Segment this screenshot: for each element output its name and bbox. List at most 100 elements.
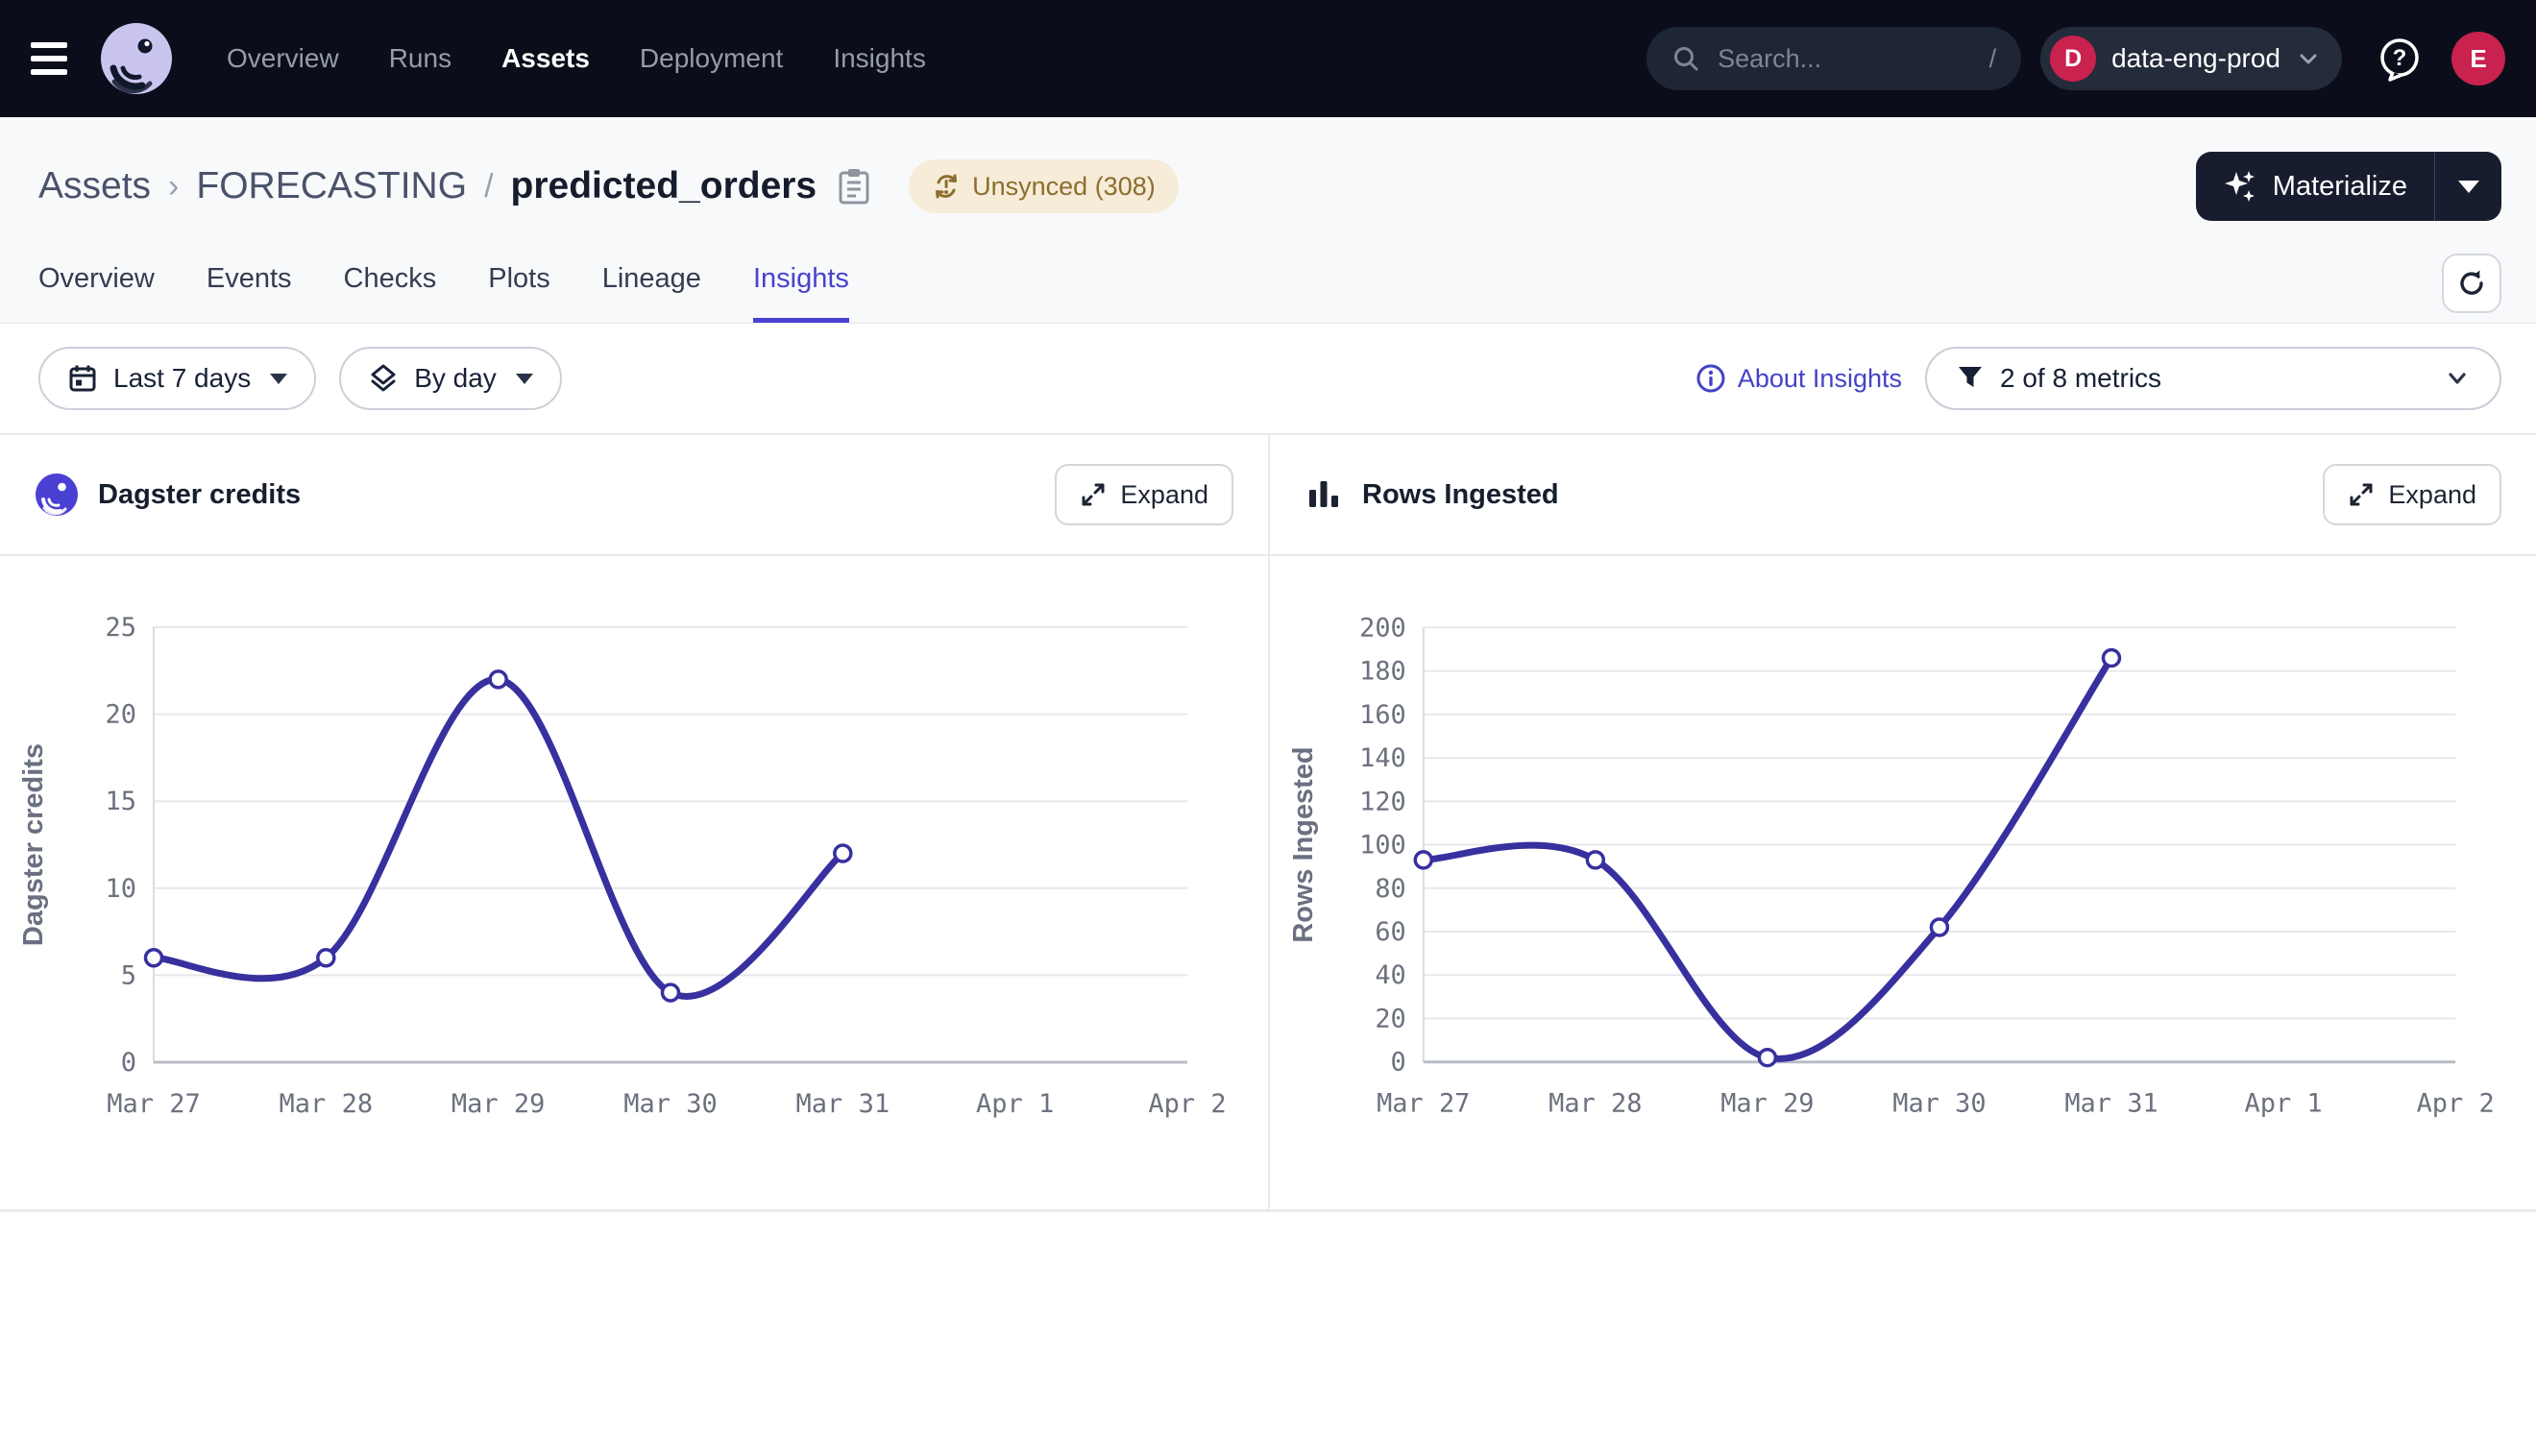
svg-text:20: 20 <box>1375 1004 1405 1033</box>
primary-nav: Overview Runs Assets Deployment Insights <box>227 43 926 74</box>
filter-funnel-icon <box>1956 364 1985 393</box>
svg-text:Mar 27: Mar 27 <box>107 1089 201 1119</box>
svg-text:15: 15 <box>105 787 136 816</box>
svg-text:25: 25 <box>105 613 136 643</box>
menu-icon[interactable] <box>31 42 75 75</box>
caret-down-icon <box>270 374 287 384</box>
unsynced-status-badge[interactable]: Unsynced (308) <box>909 159 1179 213</box>
svg-text:20: 20 <box>105 700 136 730</box>
svg-text:Mar 27: Mar 27 <box>1377 1089 1470 1119</box>
tab-plots[interactable]: Plots <box>488 263 549 323</box>
svg-text:Dagster credits: Dagster credits <box>18 743 49 946</box>
breadcrumb-slash: / <box>484 168 493 206</box>
nav-item-insights[interactable]: Insights <box>833 43 926 74</box>
dagster-metric-icon <box>35 473 79 517</box>
expand-button[interactable]: Expand <box>1055 464 1233 525</box>
search-icon <box>1671 44 1700 73</box>
insights-chart-grid: Dagster credits Expand 0510152025Mar 27M… <box>0 433 2536 1212</box>
materialize-button[interactable]: Materialize <box>2196 152 2434 221</box>
svg-text:5: 5 <box>121 960 136 990</box>
rows-ingested-card: Rows Ingested Expand 0204060801001201401… <box>1268 435 2536 1209</box>
nav-item-runs[interactable]: Runs <box>389 43 451 74</box>
granularity-filter-button[interactable]: By day <box>339 347 562 410</box>
expand-button-label: Expand <box>2388 480 2476 510</box>
svg-text:Mar 31: Mar 31 <box>796 1089 890 1119</box>
expand-icon <box>1080 481 1107 508</box>
svg-text:80: 80 <box>1375 874 1405 904</box>
refresh-button[interactable] <box>2442 254 2501 313</box>
dagster-credits-line-chart: 0510152025Mar 27Mar 28Mar 29Mar 30Mar 31… <box>0 556 1268 1209</box>
svg-text:Rows Ingested: Rows Ingested <box>1288 746 1319 942</box>
svg-text:?: ? <box>2393 45 2407 71</box>
svg-text:Apr 2: Apr 2 <box>2417 1089 2495 1119</box>
tab-events[interactable]: Events <box>207 263 292 323</box>
svg-text:Apr 1: Apr 1 <box>976 1089 1054 1119</box>
caret-down-icon <box>2458 181 2479 193</box>
breadcrumb-assets-link[interactable]: Assets <box>38 165 151 207</box>
svg-text:Mar 29: Mar 29 <box>1720 1089 1814 1119</box>
tab-insights[interactable]: Insights <box>753 263 849 323</box>
svg-text:0: 0 <box>1391 1048 1406 1078</box>
tab-overview[interactable]: Overview <box>38 263 155 323</box>
caret-down-icon <box>516 374 533 384</box>
help-icon[interactable]: ? <box>2377 36 2423 82</box>
metrics-filter-select[interactable]: 2 of 8 metrics <box>1925 347 2501 410</box>
svg-text:Mar 28: Mar 28 <box>280 1089 374 1119</box>
svg-text:120: 120 <box>1359 787 1406 816</box>
breadcrumb-separator: › <box>168 168 179 206</box>
deployment-name: data-eng-prod <box>2111 43 2280 74</box>
search-placeholder: Search... <box>1718 44 1971 74</box>
metrics-filter-label: 2 of 8 metrics <box>2000 363 2161 394</box>
svg-text:100: 100 <box>1359 831 1406 861</box>
svg-text:40: 40 <box>1375 960 1405 990</box>
expand-button-label: Expand <box>1120 480 1208 510</box>
insights-toolbar: Last 7 days By day About Insights 2 of 8… <box>0 324 2536 433</box>
expand-icon <box>2348 481 2375 508</box>
tab-lineage[interactable]: Lineage <box>602 263 701 323</box>
tab-checks[interactable]: Checks <box>344 263 437 323</box>
chart-title: Rows Ingested <box>1362 479 1559 511</box>
svg-text:160: 160 <box>1359 700 1406 730</box>
svg-text:0: 0 <box>121 1048 136 1078</box>
info-icon <box>1695 363 1726 394</box>
svg-text:Apr 2: Apr 2 <box>1148 1089 1226 1119</box>
copy-icon[interactable] <box>836 167 872 206</box>
breadcrumb: Assets › FORECASTING / predicted_orders … <box>38 146 2501 227</box>
nav-item-deployment[interactable]: Deployment <box>640 43 783 74</box>
svg-text:Apr 1: Apr 1 <box>2245 1089 2323 1119</box>
chevron-down-icon <box>2444 365 2471 392</box>
bar-chart-icon <box>1305 475 1343 514</box>
about-insights-link[interactable]: About Insights <box>1695 363 1902 394</box>
svg-text:Mar 28: Mar 28 <box>1548 1089 1642 1119</box>
svg-text:Mar 31: Mar 31 <box>2064 1089 2158 1119</box>
deployment-switcher[interactable]: D data-eng-prod <box>2040 27 2342 90</box>
search-input[interactable]: Search... / <box>1646 27 2021 90</box>
date-range-label: Last 7 days <box>113 363 251 394</box>
top-nav: Overview Runs Assets Deployment Insights… <box>0 0 2536 117</box>
expand-button[interactable]: Expand <box>2323 464 2501 525</box>
layers-icon <box>368 363 399 394</box>
dagster-logo-icon[interactable] <box>100 22 173 95</box>
deployment-initial-badge: D <box>2050 36 2096 82</box>
svg-text:60: 60 <box>1375 917 1405 947</box>
user-avatar[interactable]: E <box>2451 32 2505 85</box>
chart-title: Dagster credits <box>98 479 301 511</box>
unsynced-badge-label: Unsynced (308) <box>972 172 1156 202</box>
search-shortcut-hint: / <box>1989 44 1997 74</box>
sync-alert-icon <box>932 172 961 201</box>
nav-item-overview[interactable]: Overview <box>227 43 339 74</box>
date-range-filter-button[interactable]: Last 7 days <box>38 347 316 410</box>
dagster-credits-card: Dagster credits Expand 0510152025Mar 27M… <box>0 435 1268 1209</box>
svg-text:Mar 30: Mar 30 <box>1892 1089 1986 1119</box>
sparkles-icon <box>2223 169 2257 204</box>
asset-page-header: Assets › FORECASTING / predicted_orders … <box>0 117 2536 324</box>
materialize-split-button: Materialize <box>2196 152 2501 221</box>
nav-item-assets[interactable]: Assets <box>501 43 590 74</box>
rows-ingested-line-chart: 020406080100120140160180200Mar 27Mar 28M… <box>1270 556 2536 1209</box>
breadcrumb-group-link[interactable]: FORECASTING <box>196 165 467 207</box>
asset-tabs: Overview Events Checks Plots Lineage Ins… <box>38 263 2501 323</box>
materialize-button-label: Materialize <box>2273 171 2407 203</box>
svg-text:200: 200 <box>1359 613 1406 643</box>
materialize-dropdown-button[interactable] <box>2434 152 2501 221</box>
rows-ingested-card-header: Rows Ingested Expand <box>1270 435 2536 556</box>
